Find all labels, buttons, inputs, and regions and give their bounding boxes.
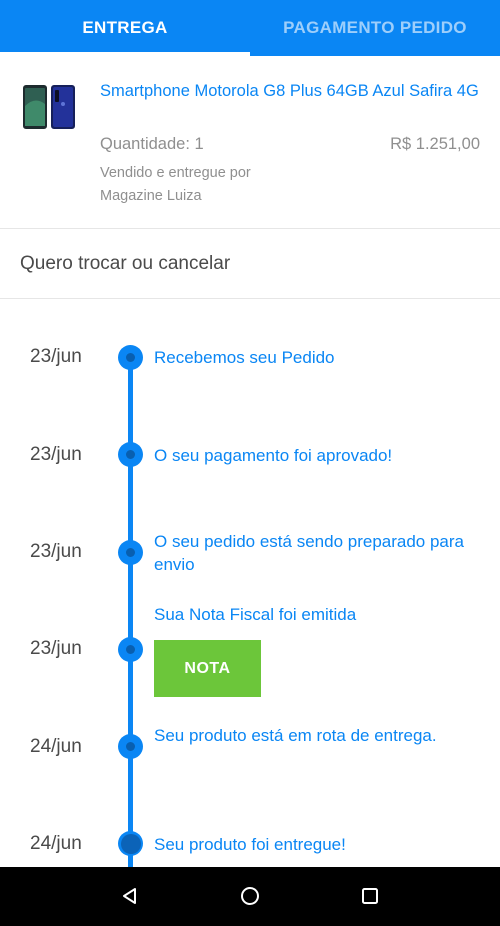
timeline-dot-current — [118, 831, 143, 856]
product-card[interactable]: Smartphone Motorola G8 Plus 64GB Azul Sa… — [0, 56, 500, 229]
product-title[interactable]: Smartphone Motorola G8 Plus 64GB Azul Sa… — [100, 80, 480, 102]
exchange-or-cancel-label: Quero trocar ou cancelar — [20, 252, 231, 274]
tab-bar: ENTREGA PAGAMENTO PEDIDO — [0, 0, 500, 56]
sold-by-label: Vendido e entregue por — [100, 165, 251, 181]
timeline-status: Seu produto foi entregue! — [154, 835, 346, 854]
timeline-status: Sua Nota Fiscal foi emitida — [154, 605, 357, 624]
timeline-dot — [118, 345, 143, 370]
timeline-status: Recebemos seu Pedido — [154, 348, 335, 367]
timeline-status: Seu produto está em rota de entrega. — [154, 726, 437, 745]
back-triangle-icon[interactable] — [115, 881, 145, 911]
smartphone-image — [23, 85, 75, 129]
timeline-status: O seu pagamento foi aprovado! — [154, 446, 393, 465]
timeline-dot — [118, 637, 143, 662]
timeline-status: O seu pedido está sendo preparado para e… — [154, 532, 465, 574]
timeline-line — [128, 357, 133, 867]
home-circle-icon[interactable] — [235, 881, 265, 911]
seller-name: Magazine Luiza — [100, 188, 202, 204]
recents-square-icon[interactable] — [355, 881, 385, 911]
invoice-nota-button[interactable]: NOTA — [154, 640, 261, 697]
timeline-date: 23/jun — [30, 444, 82, 465]
product-price: R$ 1.251,00 — [390, 135, 480, 153]
product-quantity: Quantidade: 1 — [100, 135, 204, 153]
timeline-dot — [118, 540, 143, 565]
timeline-date: 23/jun — [30, 541, 82, 562]
timeline-dot — [118, 734, 143, 759]
tab-delivery[interactable]: ENTREGA — [0, 0, 250, 56]
timeline-date: 24/jun — [30, 736, 82, 757]
timeline-date: 23/jun — [30, 638, 82, 659]
system-navigation-bar — [0, 867, 500, 926]
tab-order-payment[interactable]: PAGAMENTO PEDIDO — [250, 0, 500, 56]
exchange-or-cancel-link[interactable]: Quero trocar ou cancelar — [0, 229, 500, 299]
timeline-dot — [118, 442, 143, 467]
timeline-date: 24/jun — [30, 833, 82, 854]
timeline-date: 23/jun — [30, 346, 82, 367]
